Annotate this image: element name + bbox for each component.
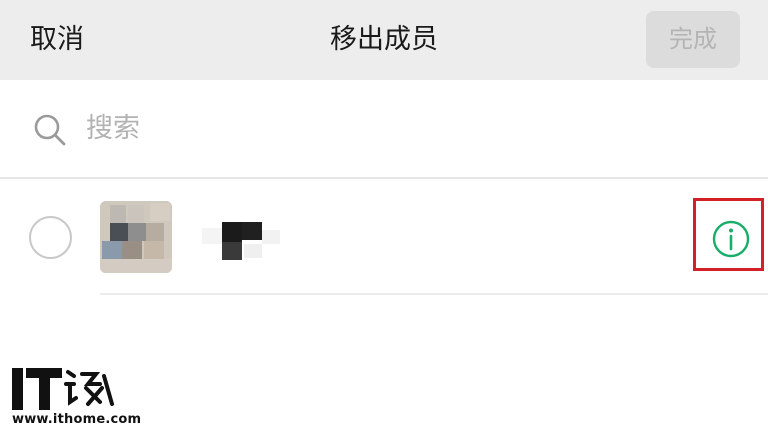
search-input[interactable] [86,108,686,148]
search-icon [34,114,66,146]
row-divider [100,293,768,295]
done-button[interactable]: 完成 [646,11,740,68]
top-navigation-bar: 取消 移出成员 完成 [0,0,768,80]
ithome-logo [12,368,114,410]
search-bar[interactable] [0,80,768,179]
avatar [100,201,172,273]
radio-unchecked-icon[interactable] [29,216,72,259]
info-icon[interactable] [712,220,750,258]
watermark-site: www.ithome.com [12,412,142,427]
member-nickname-redacted [202,220,282,260]
